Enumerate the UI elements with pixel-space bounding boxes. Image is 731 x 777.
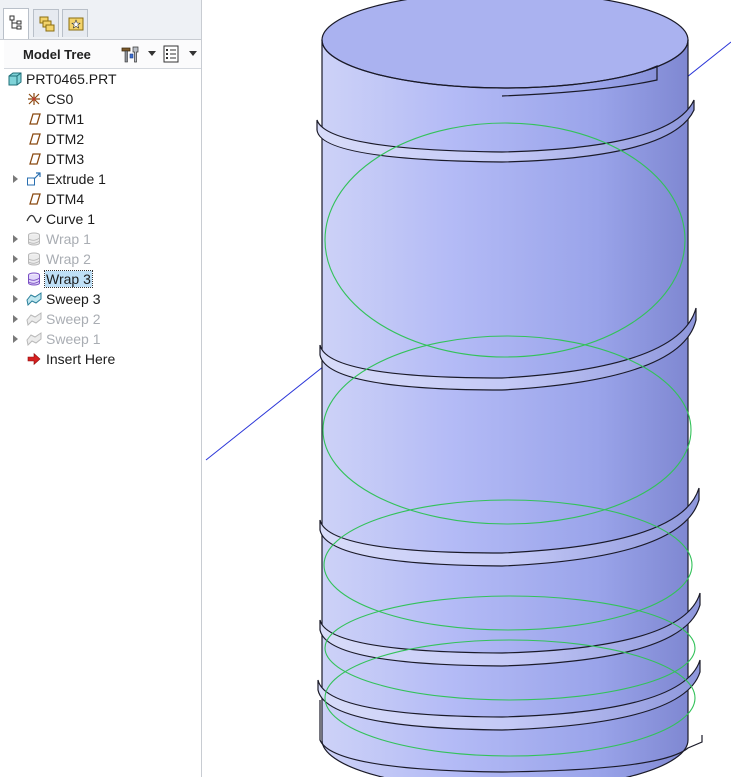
- expand-arrow-icon[interactable]: [13, 335, 18, 343]
- wrap-icon: [28, 252, 40, 266]
- tab-folder-browser[interactable]: [33, 9, 59, 37]
- tree-item-sweep-1[interactable]: Sweep 1: [4, 329, 201, 349]
- folder-browser-icon: [39, 16, 55, 32]
- model-tree-icon: [9, 15, 22, 30]
- tree-item-label: DTM4: [46, 191, 85, 207]
- tab-model-tree[interactable]: [3, 8, 29, 39]
- tree-columns-button[interactable]: [162, 43, 198, 65]
- tree-item-label: Curve 1: [46, 211, 96, 227]
- datum-plane-icon: [29, 133, 41, 145]
- tree-root-label: PRT0465.PRT: [26, 71, 117, 87]
- model-tree-panel: Model Tree PRT0465.PRT CS0 DTM1 DTM2 DTM…: [0, 0, 202, 777]
- expand-arrow-icon[interactable]: [13, 235, 18, 243]
- datum-plane-icon: [29, 193, 41, 205]
- csys-icon: [28, 93, 40, 105]
- tree-item-cs0[interactable]: CS0: [4, 89, 201, 109]
- model-tree-header: Model Tree: [4, 40, 201, 69]
- datum-plane-icon: [29, 113, 41, 125]
- tree-item-dtm3[interactable]: DTM3: [4, 149, 201, 169]
- tree-item-label: Wrap 2: [46, 251, 91, 267]
- tree-item-label: DTM3: [46, 151, 85, 167]
- tree-item-label: Wrap 1: [46, 231, 91, 247]
- tree-settings-icon: [121, 46, 139, 63]
- favorites-icon: [68, 17, 84, 31]
- tab-favorites[interactable]: [62, 9, 88, 37]
- insert-here-arrow-icon: [27, 352, 41, 366]
- part-icon: [8, 72, 22, 86]
- tree-item-extrude-1[interactable]: Extrude 1: [4, 169, 201, 189]
- tree-item-label: DTM2: [46, 131, 85, 147]
- expand-arrow-icon[interactable]: [13, 275, 18, 283]
- graphics-viewport[interactable]: [202, 0, 731, 777]
- tree-item-wrap-1[interactable]: Wrap 1: [4, 229, 201, 249]
- tree-item-label: CS0: [46, 91, 74, 107]
- tree-item-dtm1[interactable]: DTM1: [4, 109, 201, 129]
- sweep-icon: [26, 312, 42, 327]
- tree-item-dtm4[interactable]: DTM4: [4, 189, 201, 209]
- tree-item-dtm2[interactable]: DTM2: [4, 129, 201, 149]
- tree-item-label: Insert Here: [46, 351, 116, 367]
- tree-item-insert-here[interactable]: Insert Here: [4, 349, 201, 369]
- sweep-icon: [26, 332, 42, 347]
- sweep-icon: [26, 292, 42, 307]
- model-3d-view[interactable]: [202, 0, 731, 777]
- tree-item-wrap-3[interactable]: Wrap 3: [4, 269, 201, 289]
- expand-arrow-icon[interactable]: [13, 315, 18, 323]
- tree-columns-icon: [163, 45, 179, 63]
- tree-item-label: DTM1: [46, 111, 85, 127]
- curve-icon: [26, 214, 42, 223]
- expand-arrow-icon[interactable]: [13, 175, 18, 183]
- wrap-icon: [28, 232, 40, 246]
- model-tree-title: Model Tree: [23, 47, 91, 62]
- wrap-icon: [28, 272, 40, 286]
- tree-item-label: Sweep 3: [46, 291, 101, 307]
- tree-item-curve-1[interactable]: Curve 1: [4, 209, 201, 229]
- tree-item-label: Wrap 3: [44, 270, 93, 288]
- tree-item-label: Sweep 2: [46, 311, 101, 327]
- expand-arrow-icon[interactable]: [13, 255, 18, 263]
- navigator-tab-bar: [0, 0, 201, 40]
- extrude-icon: [27, 172, 41, 186]
- datum-plane-icon: [29, 153, 41, 165]
- tree-item-sweep-3[interactable]: Sweep 3: [4, 289, 201, 309]
- expand-arrow-icon[interactable]: [13, 295, 18, 303]
- tree-item-sweep-2[interactable]: Sweep 2: [4, 309, 201, 329]
- tree-item-label: Sweep 1: [46, 331, 101, 347]
- tree-item-wrap-2[interactable]: Wrap 2: [4, 249, 201, 269]
- tree-item-label: Extrude 1: [46, 171, 106, 187]
- tree-settings-button[interactable]: [119, 43, 156, 65]
- tree-root-part[interactable]: PRT0465.PRT: [4, 69, 201, 89]
